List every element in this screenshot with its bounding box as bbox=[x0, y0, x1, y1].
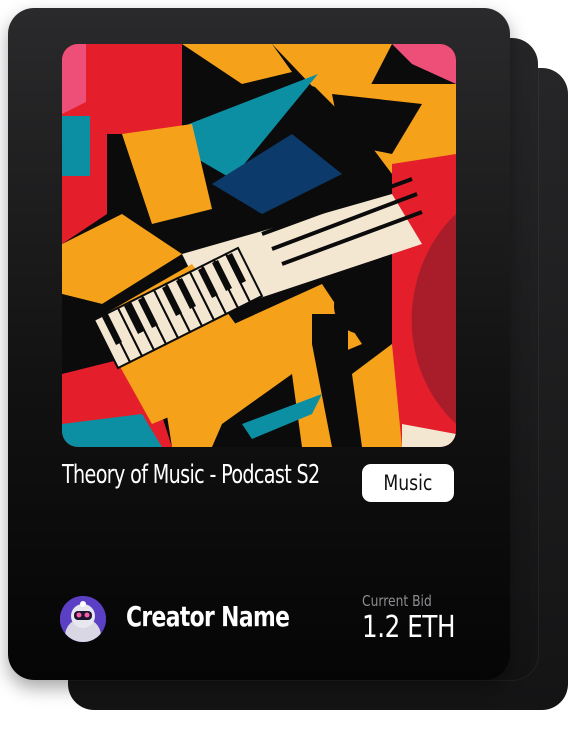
astronaut-avatar-icon bbox=[60, 596, 106, 642]
nft-card-stack: Theory of Music - Podcast S2 Music Creat… bbox=[0, 0, 578, 747]
current-bid-value: 1.2 ETH bbox=[362, 610, 456, 645]
abstract-piano-artwork-icon bbox=[62, 44, 456, 447]
nft-title: Theory of Music - Podcast S2 bbox=[62, 460, 320, 490]
creator-avatar[interactable] bbox=[60, 596, 106, 642]
creator-name[interactable]: Creator Name bbox=[126, 600, 290, 633]
current-bid-label: Current Bid bbox=[362, 592, 432, 610]
category-tag[interactable]: Music bbox=[362, 464, 454, 502]
nft-artwork[interactable] bbox=[62, 44, 456, 447]
category-tag-label: Music bbox=[383, 471, 433, 495]
